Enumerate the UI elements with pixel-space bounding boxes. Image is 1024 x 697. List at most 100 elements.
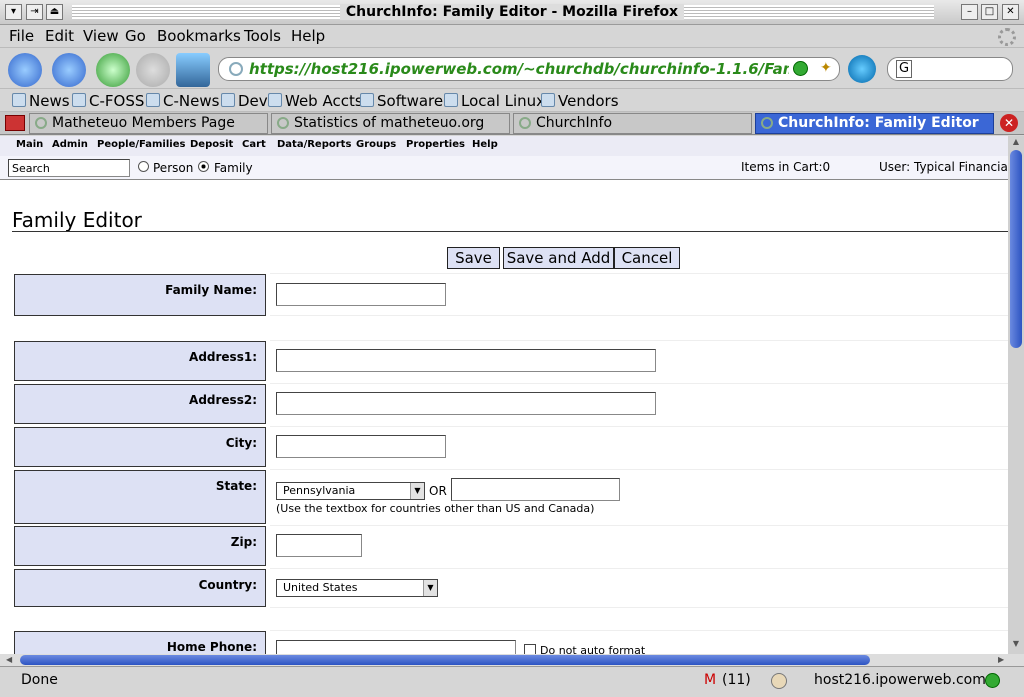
gmail-icon[interactable]: M [704, 672, 716, 688]
address1-field[interactable] [276, 349, 656, 372]
person-label: Person [153, 161, 194, 175]
close-icon[interactable]: ✕ [1002, 4, 1019, 20]
menu-help[interactable]: Help [291, 27, 325, 45]
menu-bookmarks[interactable]: Bookmarks [157, 27, 241, 45]
secure-lock-icon[interactable] [985, 673, 1000, 688]
minimize-icon[interactable]: – [961, 4, 978, 20]
address2-field[interactable] [276, 392, 656, 415]
scroll-right-icon[interactable]: ▶ [998, 655, 1004, 664]
player-icon[interactable] [771, 673, 787, 689]
search-engine-icon[interactable]: G [896, 60, 912, 78]
reload-icon[interactable] [96, 53, 130, 87]
horizontal-scrollbar[interactable]: ◀ ▶ [0, 654, 1024, 666]
home-phone-field[interactable] [276, 640, 516, 654]
go-icon[interactable] [848, 55, 876, 83]
tab-site-icon [277, 117, 289, 129]
bookmark-c-foss[interactable]: C-FOSS [72, 92, 144, 110]
city-label: City: [14, 427, 266, 467]
divider [12, 231, 1008, 232]
secure-lock-icon[interactable] [793, 61, 808, 76]
tab-site-icon [35, 117, 47, 129]
status-host: host216.ipowerweb.com [814, 672, 986, 688]
throbber-icon [998, 28, 1016, 46]
current-user: User: Typical Financial [879, 160, 1008, 174]
search-row: Search Person Family Items in Cart:0 Use… [0, 156, 1008, 180]
zip-field[interactable] [276, 534, 362, 557]
cart-count[interactable]: Items in Cart:0 [741, 160, 830, 174]
state-label: State: [14, 470, 266, 524]
family-name-field[interactable] [276, 283, 446, 306]
country-select[interactable]: United States ▼ [276, 579, 438, 597]
back-icon[interactable] [8, 53, 42, 87]
search-input[interactable]: Search [8, 159, 130, 177]
app-menu-data-reports[interactable]: Data/Reports [277, 139, 351, 150]
bookmark-web-accts[interactable]: Web Accts [268, 92, 363, 110]
forward-icon[interactable] [52, 53, 86, 87]
gmail-count[interactable]: (11) [722, 672, 751, 688]
app-menu-help[interactable]: Help [472, 139, 498, 150]
tab-statistics[interactable]: Statistics of matheteuo.org [271, 113, 510, 134]
url-bar[interactable]: https://host216.ipowerweb.com/~churchdb/… [218, 57, 840, 81]
family-name-label: Family Name: [14, 274, 266, 316]
cancel-button[interactable]: Cancel [614, 247, 680, 269]
tab-churchinfo[interactable]: ChurchInfo [513, 113, 752, 134]
menu-view[interactable]: View [83, 27, 119, 45]
app-menu-cart[interactable]: Cart [242, 139, 266, 150]
state-textbox[interactable] [451, 478, 620, 501]
horizontal-scroll-thumb[interactable] [20, 655, 870, 665]
bookmark-software[interactable]: Software [360, 92, 443, 110]
bookmark-news[interactable]: News [12, 92, 70, 110]
menu-tools[interactable]: Tools [244, 27, 281, 45]
app-menu-admin[interactable]: Admin [52, 139, 88, 150]
chevron-down-icon: ▼ [410, 483, 424, 499]
no-auto-format-checkbox[interactable] [524, 644, 536, 654]
menu-edit[interactable]: Edit [45, 27, 74, 45]
tab-site-icon [761, 117, 773, 129]
site-icon [229, 62, 243, 76]
window-title: ChurchInfo: Family Editor - Mozilla Fire… [0, 4, 1024, 20]
city-field[interactable] [276, 435, 446, 458]
bookmark-local-linux[interactable]: Local Linux [444, 92, 545, 110]
app-menu: Main Admin People/Families Deposit Cart … [0, 136, 1008, 156]
bookmark-c-news[interactable]: C-News [146, 92, 219, 110]
zip-label: Zip: [14, 526, 266, 566]
chevron-down-icon: ▼ [423, 580, 437, 596]
scroll-left-icon[interactable]: ◀ [6, 655, 12, 664]
bookmarks-toolbar: News C-FOSS C-News Dev Web Accts Softwar… [0, 90, 1024, 112]
maximize-icon[interactable]: □ [981, 4, 998, 20]
family-radio[interactable] [198, 161, 209, 172]
country-label: Country: [14, 569, 266, 607]
no-auto-format-label: Do not auto format [540, 644, 646, 654]
tab-bar: Matheteuo Members Page Statistics of mat… [0, 112, 1024, 135]
family-label: Family [214, 161, 253, 175]
tab-matheteuo-members[interactable]: Matheteuo Members Page [29, 113, 268, 134]
scroll-up-icon[interactable]: ▲ [1009, 137, 1023, 149]
app-menu-main[interactable]: Main [16, 139, 43, 150]
feed-icon[interactable]: ✦ [820, 60, 834, 77]
new-tab-icon[interactable] [5, 115, 25, 131]
home-icon[interactable] [176, 53, 210, 87]
save-button[interactable]: Save [447, 247, 500, 269]
app-menu-groups[interactable]: Groups [356, 139, 396, 150]
address1-label: Address1: [14, 341, 266, 381]
bookmark-dev[interactable]: Dev [221, 92, 268, 110]
state-note: (Use the textbox for countries other tha… [276, 502, 595, 515]
tab-site-icon [519, 117, 531, 129]
web-search-box[interactable]: G [887, 57, 1013, 81]
state-select[interactable]: Pennsylvania ▼ [276, 482, 425, 500]
app-menu-deposit[interactable]: Deposit [190, 139, 233, 150]
app-menu-properties[interactable]: Properties [406, 139, 465, 150]
menu-file[interactable]: File [9, 27, 34, 45]
stop-icon[interactable] [136, 53, 170, 87]
scroll-down-icon[interactable]: ▼ [1009, 639, 1023, 651]
app-menu-people-families[interactable]: People/Families [97, 139, 185, 150]
menu-go[interactable]: Go [125, 27, 146, 45]
vertical-scroll-thumb[interactable] [1010, 150, 1022, 348]
tab-family-editor[interactable]: ChurchInfo: Family Editor [755, 113, 994, 134]
vertical-scrollbar[interactable]: ▲ ▼ [1008, 136, 1024, 654]
close-tab-icon[interactable]: ✕ [1000, 114, 1018, 132]
save-and-add-button[interactable]: Save and Add [503, 247, 614, 269]
state-or-label: OR [429, 484, 447, 498]
bookmark-vendors[interactable]: Vendors [541, 92, 619, 110]
person-radio[interactable] [138, 161, 149, 172]
